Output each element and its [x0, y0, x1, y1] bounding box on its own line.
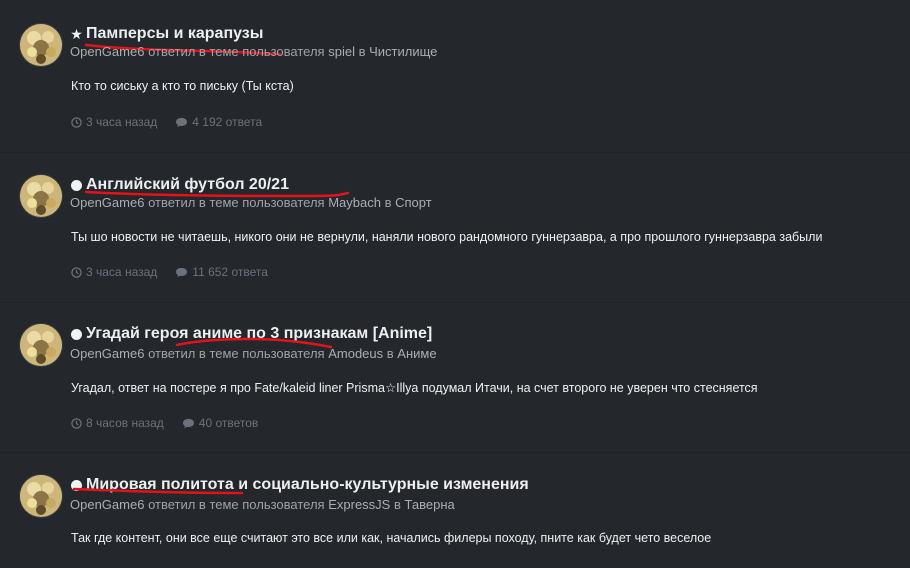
topic-author-link[interactable]: Maybach [328, 195, 381, 210]
forum-link[interactable]: Спорт [395, 195, 432, 210]
forum-link[interactable]: Таверна [405, 497, 455, 512]
avatar[interactable] [20, 175, 62, 217]
topic-title-link[interactable]: Мировая политота и социально-культурные … [86, 476, 529, 494]
replies-text: 40 ответов [198, 416, 259, 430]
replies-text: 11 652 ответа [192, 265, 268, 279]
comment-icon [182, 418, 194, 428]
topic-title-link[interactable]: Английский футбол 20/21 [86, 176, 289, 194]
topic-title-row: Английский футбол 20/21 [70, 174, 289, 196]
timestamp: 3 часа назад [71, 115, 157, 129]
star-icon: ★ [70, 25, 83, 42]
topic-title-row: ★ Памперсы и карапузы [70, 23, 263, 45]
topic-author-link[interactable]: Amodeus [328, 346, 383, 361]
post-excerpt: Так где контент, они все еще считают это… [71, 531, 712, 545]
activity-meta: OpenGame6 ответил в теме пользователя Ma… [70, 195, 432, 210]
forum-link[interactable]: Чистилище [369, 44, 437, 59]
action-text: ответил в теме пользователя [148, 497, 325, 512]
post-stats: 3 часа назад 4 192 ответа [71, 115, 280, 129]
activity-meta: OpenGame6 ответил в теме пользователя Ex… [70, 497, 455, 512]
topic-author-link[interactable]: spiel [328, 44, 355, 59]
action-text: ответил в теме пользователя [148, 346, 325, 361]
reply-count: 11 652 ответа [175, 265, 268, 279]
time-text: 3 часа назад [86, 115, 158, 129]
post-excerpt: Угадал, ответ на постере я про Fate/kale… [71, 381, 758, 395]
time-text: 8 часов назад [86, 416, 164, 430]
in-text: в [384, 195, 392, 210]
avatar[interactable] [20, 24, 62, 66]
activity-meta: OpenGame6 ответил в теме пользователя Am… [70, 346, 437, 361]
dot-icon [71, 479, 82, 491]
avatar[interactable] [20, 324, 62, 366]
timestamp: 8 часов назад [71, 416, 164, 430]
activity-item: Английский футбол 20/21 OpenGame6 ответи… [0, 152, 910, 303]
avatar-image [20, 475, 62, 517]
reply-count: 4 192 ответа [175, 115, 262, 129]
comment-icon [176, 267, 188, 277]
clock-icon [71, 116, 82, 128]
topic-title-row: Мировая политота и социально-культурные … [70, 474, 529, 496]
avatar[interactable] [20, 475, 62, 517]
reply-count: 40 ответов [182, 416, 259, 430]
dot-icon [71, 328, 82, 340]
activity-item: Мировая политота и социально-культурные … [0, 452, 910, 568]
activity-item: ★ Памперсы и карапузы OpenGame6 ответил … [0, 0, 910, 153]
activity-meta: OpenGame6 ответил в теме пользователя sp… [70, 44, 437, 59]
timestamp: 3 часа назад [71, 265, 157, 279]
topic-author-link[interactable]: ExpressJS [328, 497, 390, 512]
action-text: ответил в теме пользователя [148, 44, 325, 59]
avatar-image [20, 24, 62, 66]
in-text: в [358, 44, 366, 59]
replies-text: 4 192 ответа [192, 115, 263, 129]
post-excerpt: Кто то сиську а кто то письку (Ты кста) [71, 79, 294, 93]
clock-icon [71, 266, 82, 278]
action-text: ответил в теме пользователя [148, 195, 325, 210]
topic-title-link[interactable]: Памперсы и карапузы [86, 25, 263, 43]
author-link[interactable]: OpenGame6 [70, 497, 144, 512]
activity-feed: ★ Памперсы и карапузы OpenGame6 ответил … [0, 0, 910, 568]
topic-title-link[interactable]: Угадай героя аниме по 3 признакам [Anime… [86, 325, 432, 343]
author-link[interactable]: OpenGame6 [70, 346, 144, 361]
time-text: 3 часа назад [86, 265, 158, 279]
in-text: в [386, 346, 394, 361]
avatar-image [20, 324, 62, 366]
topic-title-row: Угадай героя аниме по 3 признакам [Anime… [70, 323, 432, 345]
author-link[interactable]: OpenGame6 [70, 44, 144, 59]
dot-icon [71, 179, 82, 191]
post-stats: 3 часа назад 11 652 ответа [71, 265, 286, 279]
comment-icon [176, 117, 188, 127]
forum-link[interactable]: Аниме [397, 346, 436, 361]
post-stats: 8 часов назад 40 ответов [71, 416, 276, 430]
author-link[interactable]: OpenGame6 [70, 195, 144, 210]
in-text: в [393, 497, 401, 512]
post-excerpt: Ты шо новости не читаешь, никого они не … [71, 230, 823, 244]
activity-item: Угадай героя аниме по 3 признакам [Anime… [0, 302, 910, 453]
avatar-image [20, 175, 62, 217]
clock-icon [71, 417, 82, 429]
